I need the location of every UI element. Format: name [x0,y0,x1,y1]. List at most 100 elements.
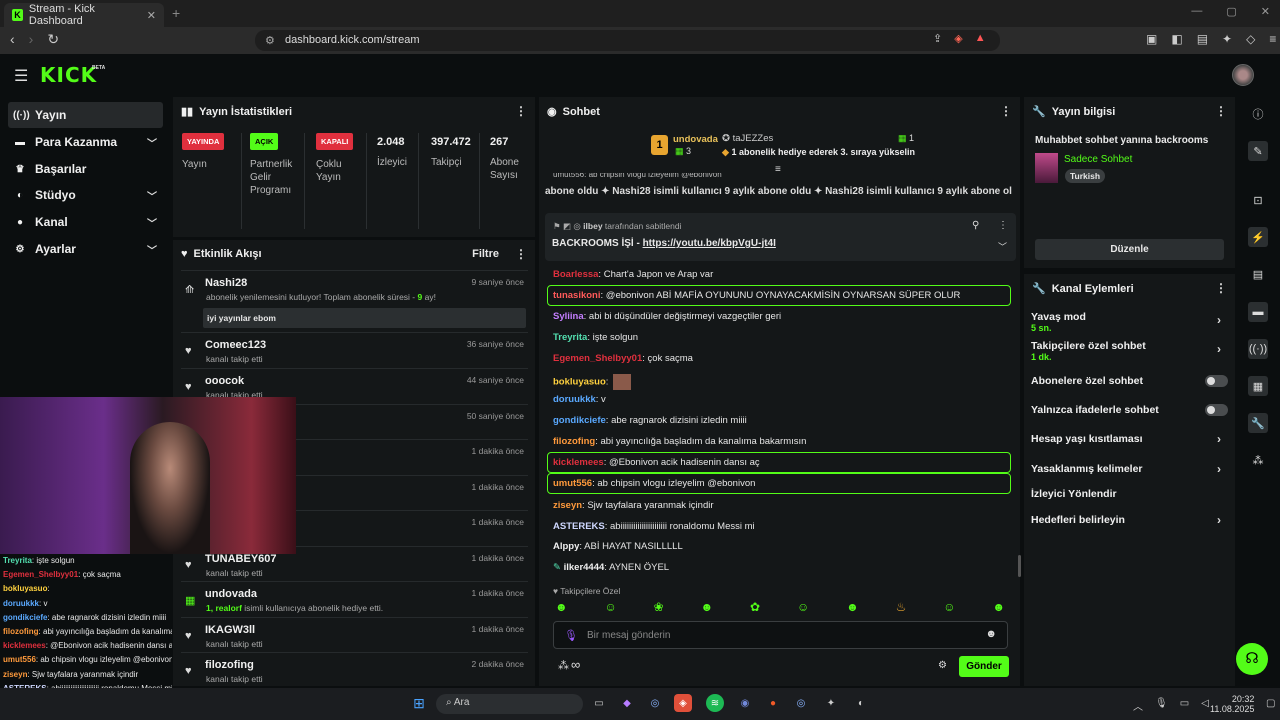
chat-input[interactable]: 🎙 Bir mesaj gönderin ☻ [553,621,1008,649]
leo-icon[interactable]: ✦ [1222,32,1232,46]
chat-username[interactable]: gondikciefe [553,415,606,426]
rewards-icon[interactable]: ▲ [975,32,986,45]
share-icon[interactable]: ⇪ [933,32,942,45]
discord-icon[interactable]: ◉ [736,694,754,712]
sidebar-item-ayarlar[interactable]: ⚙ Ayarlar ﹀ [8,236,163,262]
chat-username[interactable]: bokluyasuo [553,377,606,388]
more-options-icon[interactable]: ⋮ [1215,281,1227,295]
chat-scrollbar[interactable] [1018,555,1021,577]
chat-username[interactable]: ilker4444 [564,562,605,573]
copilot-icon[interactable]: ◆ [618,694,636,712]
browser-tab[interactable]: K Stream - Kick Dashboard ✕ [4,3,164,27]
obs-icon[interactable]: ◐ [852,694,870,712]
back-icon[interactable]: ‹ [10,31,15,48]
sidebar-item-yayin[interactable]: ((·)) Yayın [8,102,163,128]
category-name[interactable]: Sadece Sohbet [1064,154,1132,165]
microphone-icon[interactable]: 🎙 [564,629,578,642]
new-tab-button[interactable]: + [172,5,180,21]
infinity-icon[interactable]: ∞ [571,657,580,672]
edit-button[interactable]: Düzenle [1035,239,1224,260]
chat-username[interactable]: Boarlessa [553,269,598,280]
pin-icon[interactable]: ⚲ [972,220,979,231]
followers-only-item[interactable]: Takipçilere özel sohbet 1 dk. › [1031,340,1221,362]
emote-icon[interactable]: ☻ [992,600,1005,615]
menu-icon[interactable]: ≡ [1269,32,1276,46]
document-icon[interactable]: ▤ [1248,264,1268,284]
chat-username[interactable]: ziseyn [553,500,582,511]
goals-item[interactable]: Hedefleri belirleyin › [1031,513,1221,527]
chat-username[interactable]: filozofing [553,436,595,447]
more-options-icon[interactable]: ⋮ [515,247,527,261]
reload-icon[interactable]: ↻ [47,31,59,48]
chat-username[interactable]: doruukkk [553,394,596,405]
emote-icon[interactable]: ☻ [555,600,568,615]
chevron-down-icon[interactable]: ﹀ [998,240,1007,253]
task-view-icon[interactable]: ▭ [590,694,608,712]
emoji-icon[interactable]: ☻ [985,628,997,640]
raid-item[interactable]: İzleyici Yönlendir [1031,488,1117,500]
emote-icon[interactable]: ☺ [943,600,955,615]
chat-username[interactable]: kicklemees [553,457,604,468]
chat-username[interactable]: Treyrita [553,332,587,343]
sidebar-item-para-kazanma[interactable]: ▬ Para Kazanma ﹀ [8,129,163,155]
taskbar-search[interactable]: ⌕ Ara [436,694,583,714]
emote-icon[interactable]: ☻ [846,600,859,615]
tools-icon[interactable]: 🔧 [1248,413,1268,433]
more-options-icon[interactable]: ⋮ [515,104,527,118]
sidebar-icon[interactable]: ◧ [1171,32,1182,46]
banned-words-item[interactable]: Yasaklanmış kelimeler › [1031,462,1221,476]
kick-logo[interactable]: KICK [40,63,97,87]
subscribers-only-toggle[interactable] [1205,375,1228,387]
connections-icon[interactable]: ⁂ [1248,450,1268,470]
user-avatar[interactable] [1232,64,1254,86]
brave-shield-icon[interactable]: ◈ [954,32,962,45]
chat-username[interactable]: ASTEREKS [553,521,605,532]
emote-icon[interactable]: ☻ [701,600,714,615]
steam-icon[interactable]: ◎ [792,694,810,712]
sidebar-item-studyo[interactable]: ◐ Stüdyo ﹀ [8,182,163,208]
emote-icon[interactable]: ✿ [750,600,760,615]
emote-icon[interactable]: ❀ [654,600,664,615]
points-icon[interactable]: ⁂ [558,659,569,672]
vpn-icon[interactable]: ◇ [1246,32,1255,46]
emote-icon[interactable]: ☺ [605,600,617,615]
chat-bubble-icon[interactable]: ▬ [1248,302,1268,322]
display-icon[interactable]: ▭ [1180,698,1189,713]
notification-icon[interactable]: ▢ [1266,698,1275,709]
close-window-button[interactable]: ✕ [1261,5,1270,18]
hamburger-menu-icon[interactable]: ☰ [14,66,28,86]
sidebar-item-basarilar[interactable]: ♛ Başarılar [8,156,163,182]
url-field[interactable]: ⚙ dashboard.kick.com/stream [255,30,1000,51]
minimize-button[interactable]: — [1191,5,1202,18]
slow-mode-item[interactable]: Yavaş mod 5 sn. › [1031,311,1221,333]
emotes-only-toggle[interactable] [1205,404,1228,416]
chat-username[interactable]: umut556 [553,478,592,489]
sidebar-item-kanal[interactable]: ● Kanal ﹀ [8,209,163,235]
steam-icon[interactable]: ◎ [646,694,664,712]
send-button[interactable]: Gönder [959,656,1009,677]
filter-button[interactable]: Filtre [472,248,499,260]
chat-username[interactable]: Egemen_Shelbyy01 [553,353,642,364]
pinned-link[interactable]: https://youtu.be/kbpVgU-jt4I [643,238,776,249]
app-icon[interactable]: ✦ [822,694,840,712]
emote-icon[interactable]: ♨ [896,600,907,615]
forward-icon[interactable]: › [29,31,34,48]
maximize-button[interactable]: ▢ [1226,5,1236,18]
origin-icon[interactable]: ● [764,694,782,712]
site-info-icon[interactable]: ⚙ [265,34,275,47]
mic-icon[interactable]: 🎙 [1155,698,1168,713]
close-tab-icon[interactable]: ✕ [147,9,156,22]
support-headset-icon[interactable]: ☊ [1236,643,1268,675]
more-options-icon[interactable]: ⋮ [1000,104,1012,118]
windows-start-icon[interactable]: ⊞ [410,694,428,712]
brave-icon[interactable]: ◈ [674,694,692,712]
lightning-icon[interactable]: ⚡ [1248,227,1268,247]
more-options-icon[interactable]: ⋮ [1215,104,1227,118]
broadcast-icon[interactable]: ((·)) [1248,339,1268,359]
info-icon[interactable]: ⓘ [1248,104,1268,124]
chat-username[interactable]: Alppy [553,541,579,552]
chat-username[interactable]: tunasikoni [553,290,601,301]
screenshot-icon[interactable]: ▣ [1146,32,1157,46]
more-options-icon[interactable]: ⋮ [998,220,1008,231]
spotify-icon[interactable]: ≋ [706,694,724,712]
